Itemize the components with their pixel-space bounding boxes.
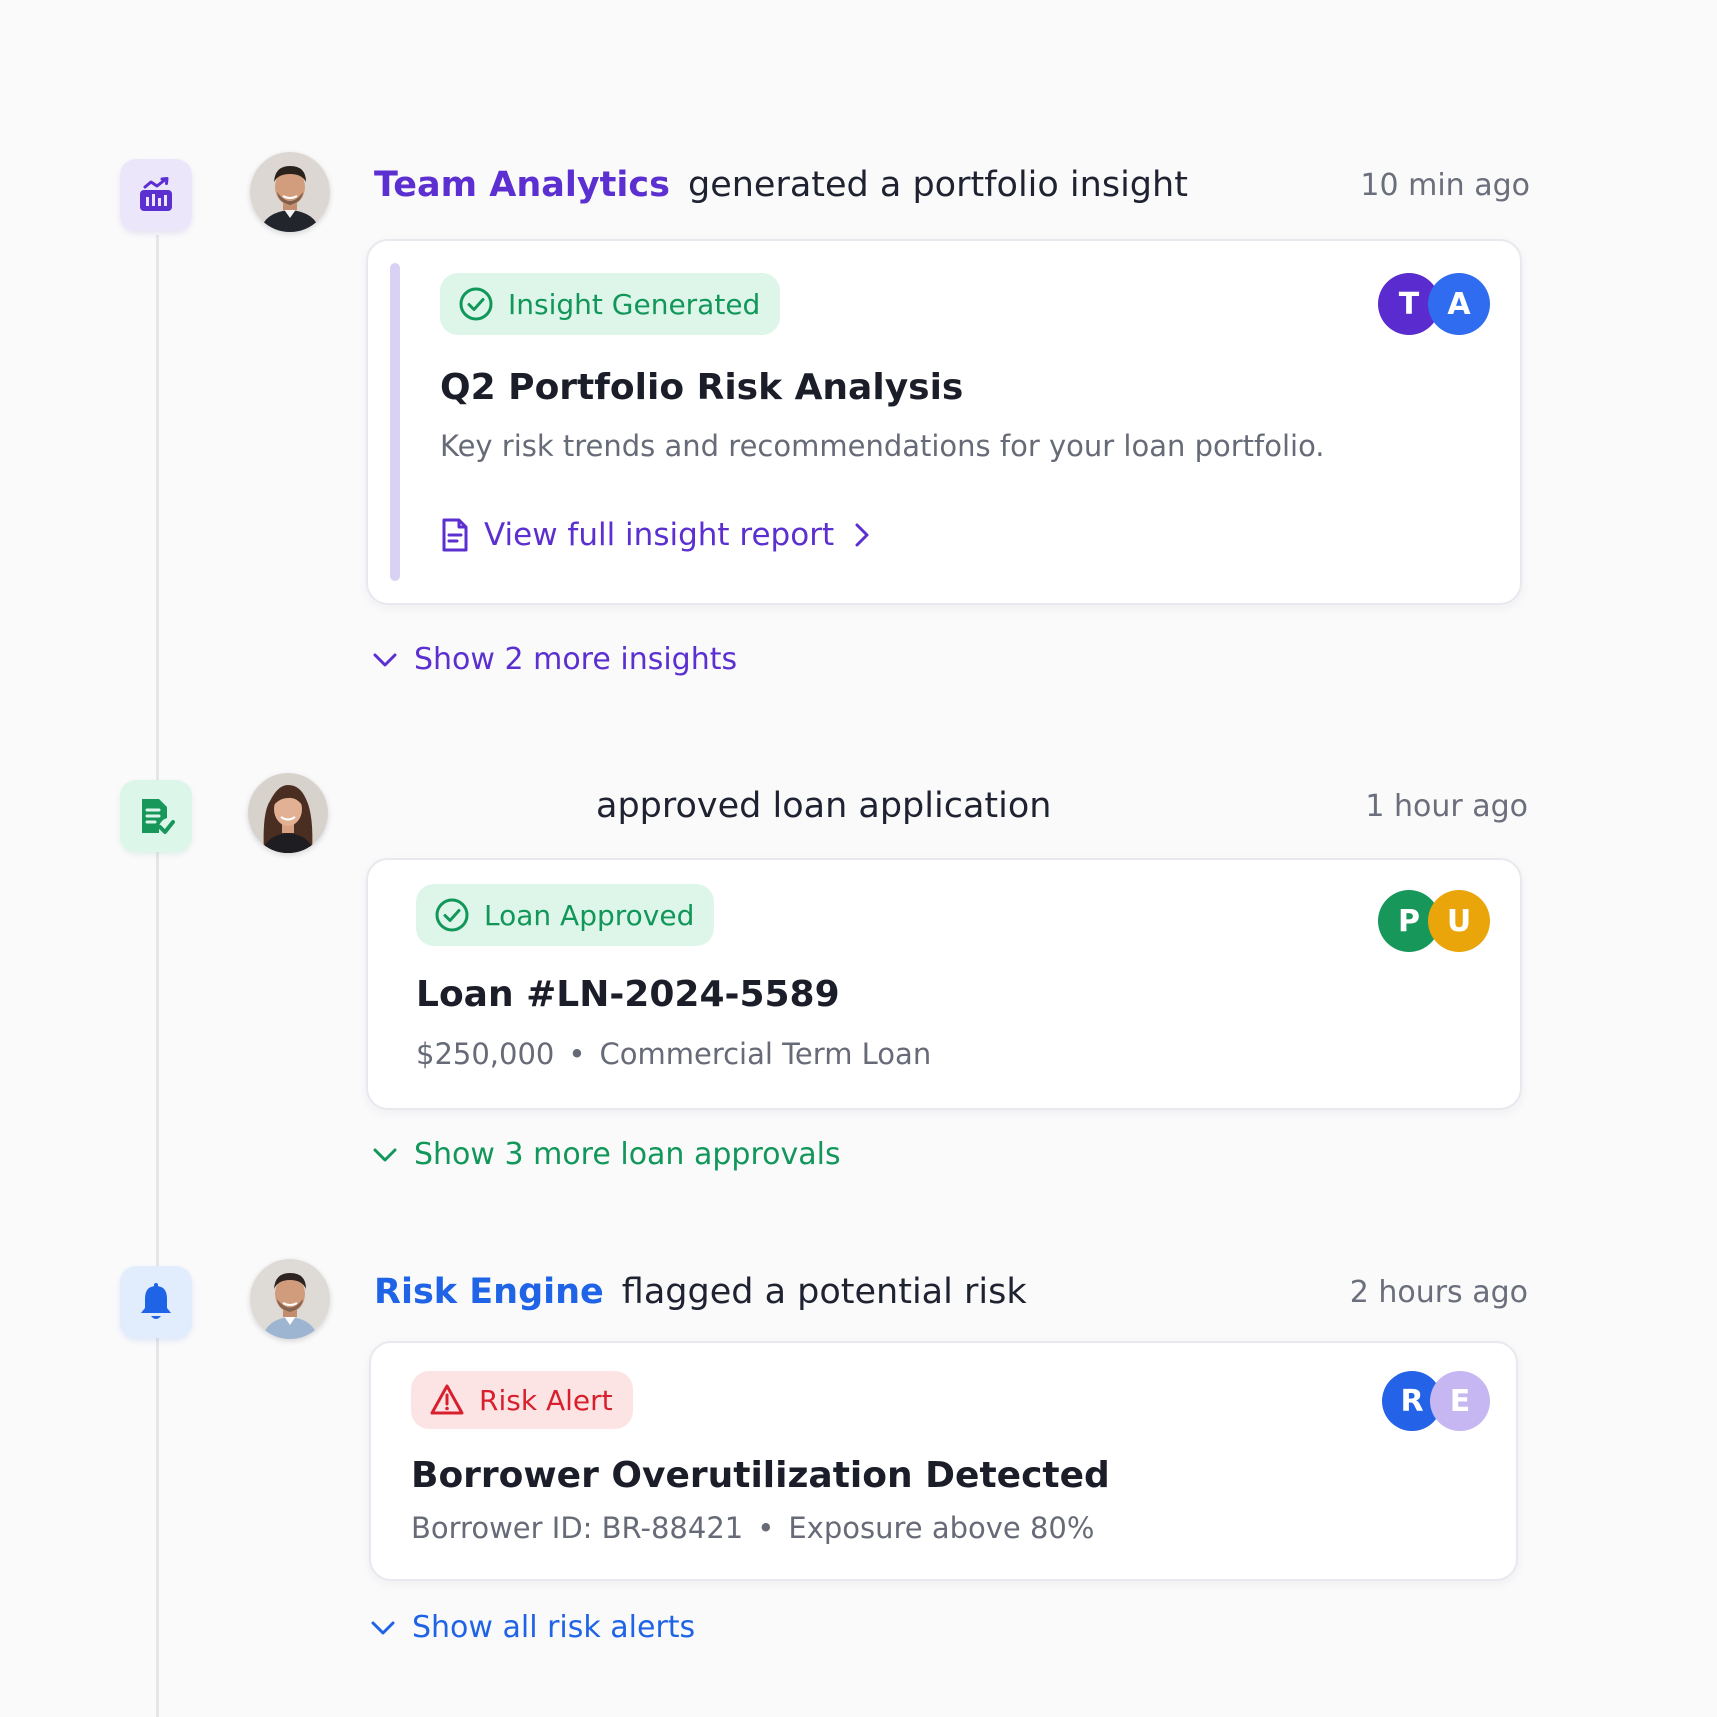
check-circle-icon <box>435 898 469 932</box>
risk-alert-card: Risk Alert R E Borrower Overutilization … <box>369 1341 1518 1581</box>
separator-dot: • <box>757 1511 775 1545</box>
avatar[interactable] <box>248 773 328 853</box>
card-title: Borrower Overutilization Detected <box>411 1455 1110 1496</box>
insight-card: Insight Generated T A Q2 Portfolio Risk … <box>366 239 1522 605</box>
participant-avatar[interactable]: E <box>1430 1371 1490 1431</box>
separator-dot: • <box>568 1037 586 1071</box>
actor-link[interactable]: Risk Engine <box>374 1272 604 1312</box>
show-more-insights-button[interactable]: Show 2 more insights <box>372 642 737 677</box>
event-header: Team Analytics generated a portfolio ins… <box>374 160 1530 210</box>
event-header: Risk Engine flagged a potential risk 2 h… <box>374 1267 1530 1317</box>
loan-card: Loan Approved P U Loan #LN-2024-5589 $25… <box>366 858 1522 1110</box>
card-description: Key risk trends and recommendations for … <box>440 429 1325 463</box>
participant-avatar[interactable]: U <box>1428 890 1490 952</box>
chevron-down-icon <box>373 653 397 666</box>
event-timestamp: 2 hours ago <box>1349 1274 1528 1310</box>
view-report-label: View full insight report <box>484 517 835 553</box>
event-header: approved loan application 1 hour ago <box>374 781 1530 831</box>
actor-link[interactable]: Team Analytics <box>374 165 670 205</box>
participant-avatars: P U <box>1378 890 1490 952</box>
event-action: flagged a potential risk <box>621 1272 1027 1312</box>
avatar[interactable] <box>250 152 330 232</box>
show-more-label: Show 3 more loan approvals <box>414 1137 841 1172</box>
event-action: approved loan application <box>596 786 1052 826</box>
view-report-link[interactable]: View full insight report <box>440 517 870 553</box>
card-title: Q2 Portfolio Risk Analysis <box>440 367 964 408</box>
loan-details: $250,000 • Commercial Term Loan <box>416 1037 931 1071</box>
chevron-down-icon <box>373 1148 397 1161</box>
analytics-chart-icon <box>120 159 192 231</box>
status-badge-label: Loan Approved <box>484 898 695 932</box>
avatar[interactable] <box>250 1259 330 1339</box>
risk-details: Borrower ID: BR-88421 • Exposure above 80% <box>411 1511 1094 1545</box>
timeline-line <box>156 235 159 1717</box>
activity-feed: Team Analytics generated a portfolio ins… <box>0 0 1717 1717</box>
show-more-label: Show all risk alerts <box>412 1610 696 1645</box>
status-badge-label: Insight Generated <box>508 287 761 321</box>
status-badge: Risk Alert <box>411 1371 633 1429</box>
event-timestamp: 10 min ago <box>1360 167 1530 203</box>
event-action: generated a portfolio insight <box>687 165 1188 205</box>
event-timestamp: 1 hour ago <box>1365 788 1528 824</box>
show-all-risk-alerts-button[interactable]: Show all risk alerts <box>370 1610 695 1645</box>
status-badge: Loan Approved <box>416 884 715 946</box>
show-more-label: Show 2 more insights <box>414 642 738 677</box>
borrower-id: Borrower ID: BR-88421 <box>411 1511 744 1545</box>
document-icon <box>442 518 468 552</box>
bell-icon <box>120 1266 192 1338</box>
warning-icon <box>430 1384 464 1415</box>
status-badge-label: Risk Alert <box>479 1383 613 1417</box>
document-check-icon <box>120 780 192 852</box>
show-more-loans-button[interactable]: Show 3 more loan approvals <box>372 1137 841 1172</box>
status-badge: Insight Generated <box>440 273 781 335</box>
chevron-down-icon <box>371 1621 395 1634</box>
loan-amount: $250,000 <box>416 1037 555 1071</box>
check-circle-icon <box>459 287 493 321</box>
participant-avatars: T A <box>1378 273 1490 335</box>
card-title: Loan #LN-2024-5589 <box>416 974 840 1015</box>
loan-type: Commercial Term Loan <box>599 1037 932 1071</box>
exposure-detail: Exposure above 80% <box>788 1511 1095 1545</box>
card-accent-bar <box>390 263 400 581</box>
participant-avatars: R E <box>1382 1371 1490 1431</box>
chevron-right-icon <box>855 523 869 547</box>
participant-avatar[interactable]: A <box>1428 273 1490 335</box>
